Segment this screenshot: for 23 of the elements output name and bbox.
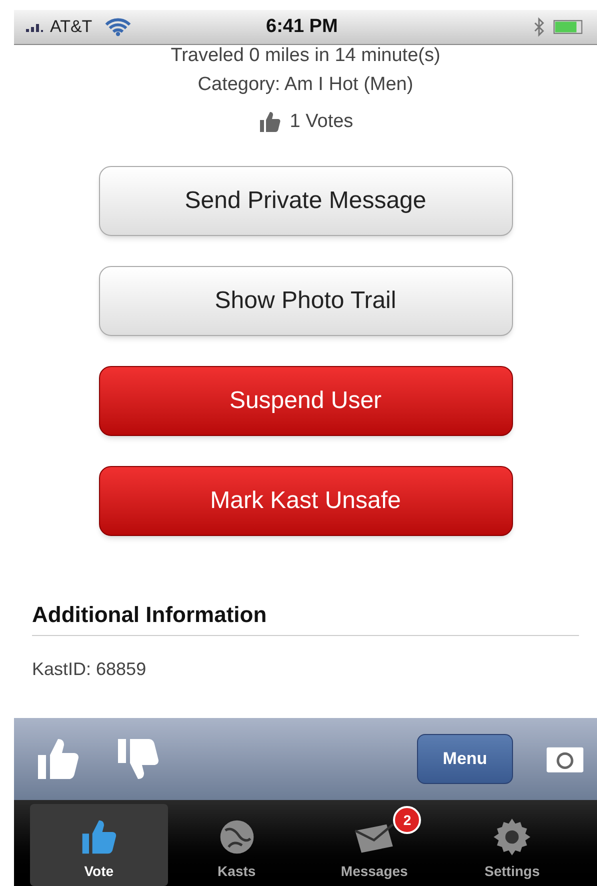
thumbs-up-icon	[258, 110, 282, 134]
gear-icon	[492, 817, 532, 857]
carrier-name: AT&T	[50, 16, 92, 38]
action-button[interactable]: Suspend User	[98, 366, 512, 436]
tab-item[interactable]: 2 Messages	[306, 804, 444, 886]
votes-count: 1 Votes	[290, 110, 354, 134]
battery-icon	[553, 19, 585, 35]
badge-count: 2	[393, 806, 422, 834]
info-text: KastID: 68859	[32, 658, 148, 681]
category-text: Category: Am I Hot (Men)	[196, 73, 414, 97]
action-button[interactable]: Mark Kast Unsafe	[98, 466, 512, 536]
action-button[interactable]: Show Photo Trail	[98, 266, 512, 336]
tab-item[interactable]: Settings	[443, 804, 581, 886]
status-time: 6:41 PM	[266, 14, 338, 39]
section-heading: Additional Information	[32, 598, 579, 636]
traveled-text: Traveled 0 miles in 14 minute(s)	[170, 45, 440, 67]
wifi-icon	[104, 17, 132, 37]
bluetooth-icon	[533, 17, 545, 37]
tab-item[interactable]: Kasts	[168, 804, 306, 886]
menu-button[interactable]: Menu	[417, 734, 513, 784]
signal-icon	[26, 21, 46, 33]
tab-item[interactable]: Vote	[30, 804, 168, 886]
action-button[interactable]: Send Private Message	[98, 166, 512, 236]
